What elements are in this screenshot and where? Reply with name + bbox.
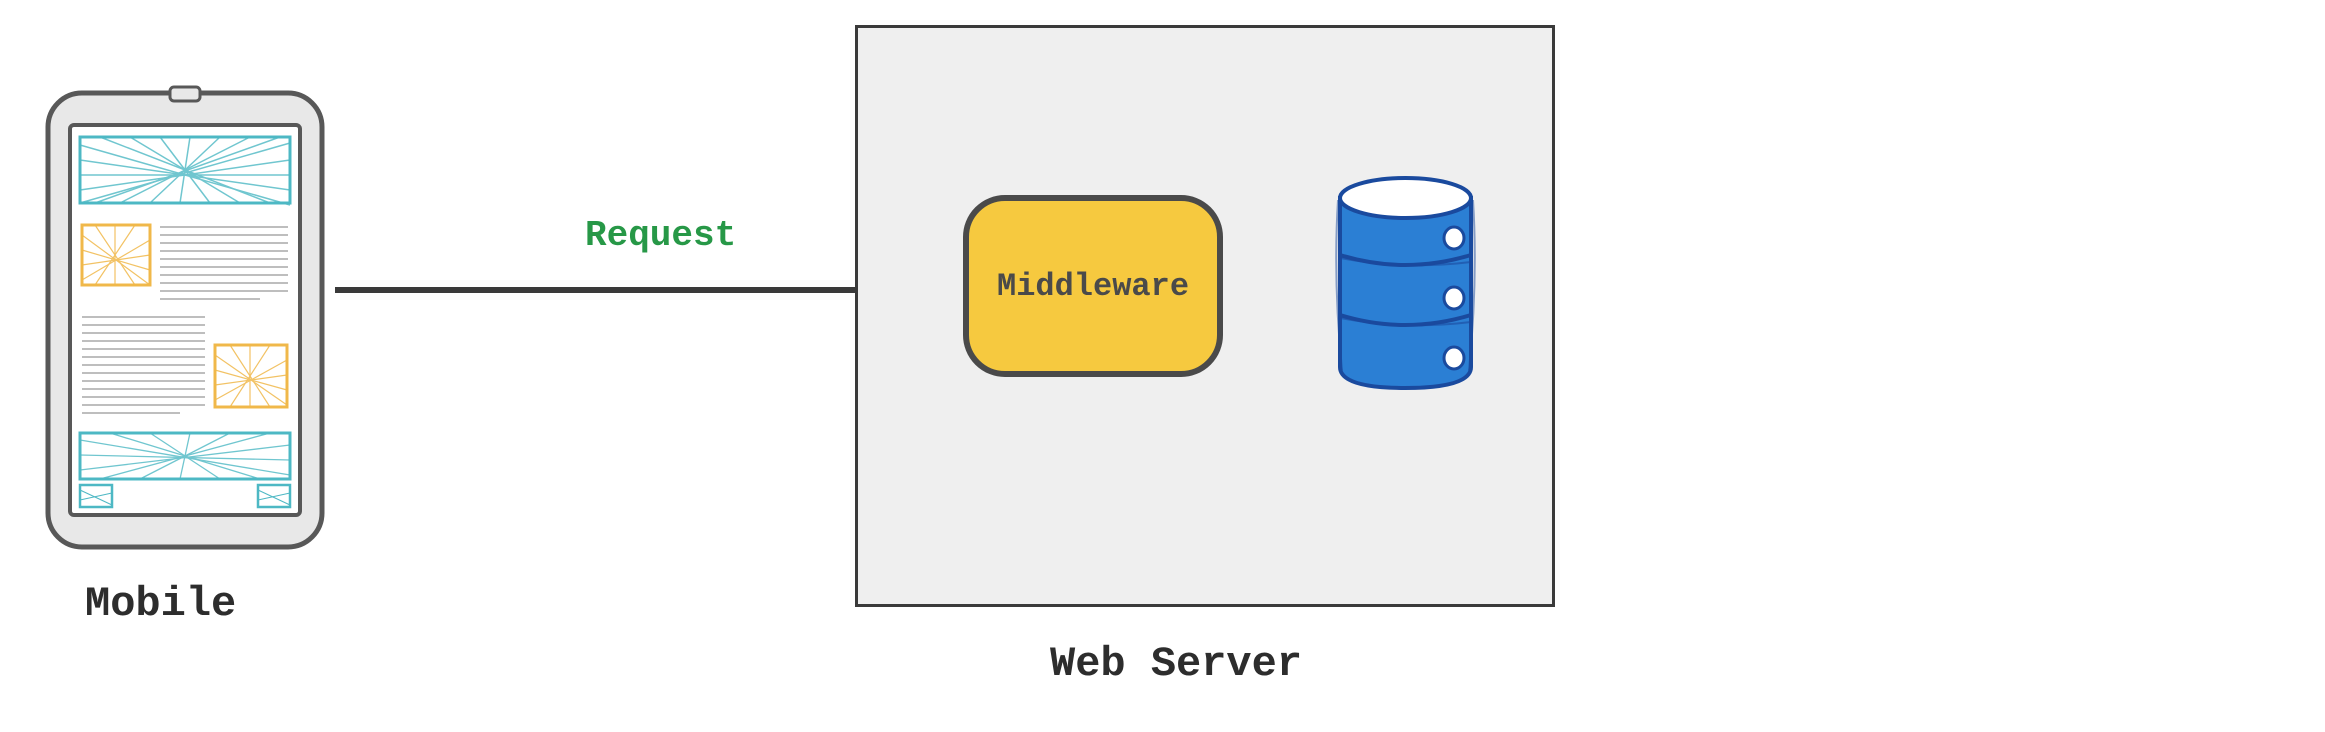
mobile-device-icon — [40, 85, 330, 555]
architecture-diagram: Mobile Request Middleware — [0, 0, 2325, 732]
web-server-label: Web Server — [1050, 640, 1302, 688]
web-server-container: Middleware — [855, 25, 1555, 607]
middleware-box: Middleware — [963, 195, 1223, 377]
mobile-label: Mobile — [85, 580, 236, 628]
middleware-label: Middleware — [997, 268, 1189, 305]
request-arrow-label: Request — [585, 215, 736, 256]
database-icon — [1328, 170, 1483, 395]
